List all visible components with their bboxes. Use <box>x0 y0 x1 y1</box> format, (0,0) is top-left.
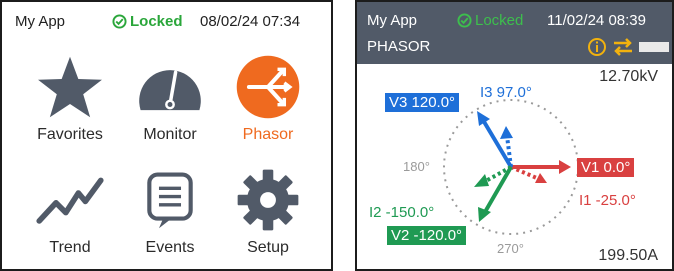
lock-status-icon <box>457 13 472 28</box>
header-icons <box>587 37 669 57</box>
lock-status-label: Locked <box>475 12 524 29</box>
angle-label-180: 180° <box>403 159 430 174</box>
tile-phasor[interactable]: Phasor <box>220 52 316 144</box>
i1-label: I1 -25.0° <box>579 192 636 209</box>
v2-label: V2 -120.0° <box>387 226 467 245</box>
v1-arrowhead <box>559 160 571 174</box>
lock-status: Locked <box>457 12 523 29</box>
i3-label: I3 97.0° <box>480 84 532 101</box>
swap-icon[interactable] <box>612 38 634 56</box>
datetime: 08/02/24 07:34 <box>200 13 301 30</box>
i2-label: I2 -150.0° <box>369 204 435 221</box>
i3-arrowhead <box>500 126 513 139</box>
i2-arrowhead <box>474 174 489 187</box>
app-name: My App <box>15 13 66 30</box>
tile-trend[interactable]: Trend <box>22 165 118 257</box>
phasor-icon <box>236 55 300 119</box>
v1-label: V1 0.0° <box>577 158 635 177</box>
status-bar: My App Locked 08/02/24 07:34 <box>2 2 331 40</box>
gear-icon <box>237 169 299 231</box>
phasor-screen: My App Locked 11/02/24 08:39 PHASOR 12.7… <box>355 0 674 271</box>
tile-favorites[interactable]: Favorites <box>22 52 118 144</box>
tile-label: Phasor <box>242 126 294 143</box>
i1-arrowhead <box>535 173 547 183</box>
lock-status-label: Locked <box>130 13 183 30</box>
tile-label: Events <box>145 239 195 256</box>
info-icon[interactable] <box>587 37 607 57</box>
v3-phasor <box>481 118 513 169</box>
star-icon <box>38 56 102 118</box>
tile-label: Monitor <box>143 126 197 143</box>
lock-status-icon <box>112 14 127 29</box>
lock-status: Locked <box>112 13 183 30</box>
tile-label: Trend <box>49 239 91 256</box>
datetime: 11/02/24 08:39 <box>547 12 646 29</box>
battery-icon <box>639 42 669 52</box>
tile-label: Favorites <box>37 126 103 143</box>
page-title: PHASOR <box>367 38 431 55</box>
phasor-header: My App Locked 11/02/24 08:39 PHASOR <box>357 2 672 64</box>
trend-icon <box>36 177 104 224</box>
tile-label: Setup <box>247 239 289 256</box>
home-screen: My App Locked 08/02/24 07:34 Favorites M… <box>0 0 333 271</box>
gauge-icon <box>139 70 201 111</box>
events-icon <box>147 172 193 229</box>
app-name: My App <box>367 12 418 29</box>
tile-monitor[interactable]: Monitor <box>122 52 218 144</box>
tile-setup[interactable]: Setup <box>220 165 316 257</box>
angle-label-270: 270° <box>497 241 524 256</box>
tile-events[interactable]: Events <box>122 165 218 257</box>
v3-label: V3 120.0° <box>385 93 460 112</box>
